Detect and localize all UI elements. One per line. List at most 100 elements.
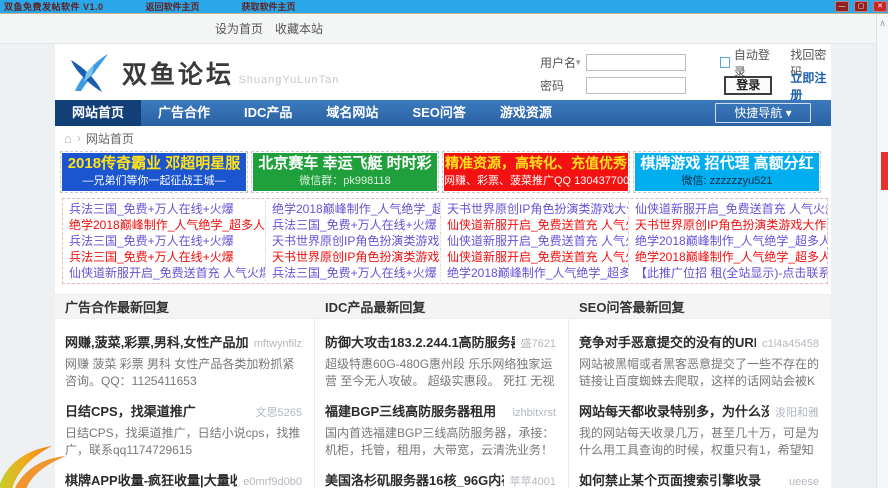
topic-author[interactable]: 浚阳和雅 — [775, 404, 819, 420]
topic-title[interactable]: 棋牌APP收量-疯狂收量|大量收量|有实 — [65, 470, 237, 488]
breadcrumb-current[interactable]: 网站首页 — [86, 130, 134, 147]
topic-author[interactable]: 苹苹4001 — [510, 473, 556, 488]
text-ad-link[interactable]: 绝学2018巅峰制作_人气绝学_超多人玩 — [63, 217, 266, 233]
text-ad-link[interactable]: 天书世界原创IP角色扮演类游戏大作 — [266, 249, 441, 265]
close-button[interactable]: ✕ — [873, 1, 887, 12]
maximize-button[interactable]: ▢ — [854, 1, 868, 12]
topic-excerpt: 网赚 菠菜 彩票 男科 女性产品各类加粉抓紧咨询。QQ：1125411653 — [65, 356, 302, 390]
section-header-ads: 广告合作最新回复 — [55, 297, 315, 316]
topic-author[interactable]: 文思5265 — [256, 404, 302, 420]
text-ad-label: 仙侠道新服开启_免费送首充 人气火爆 — [447, 218, 629, 232]
text-ad-link[interactable]: 天书世界原创IP角色扮演类游戏大作 — [441, 201, 629, 217]
text-ad-label: 绝学2018巅峰制作_人气绝学_超多人玩 — [447, 266, 629, 280]
minimize-button[interactable]: — — [835, 1, 849, 12]
text-ad-link[interactable]: 仙侠道新服开启_免费送首充 人气火爆 — [441, 249, 629, 265]
password-input[interactable] — [586, 77, 686, 94]
topic-author[interactable]: c1l4a45458 — [762, 338, 819, 350]
text-ad-label: 仙侠道新服开启_免费送首充 人气火爆 — [447, 234, 629, 248]
nav-item-idc[interactable]: IDC产品 — [227, 100, 309, 126]
banner-line1: 精准资源，高转化、充值优秀 — [444, 153, 628, 174]
scroll-up-icon[interactable]: ∧ — [877, 16, 888, 30]
text-ad-link[interactable]: 仙侠道新服开启_免费送首充 人气火爆 — [441, 217, 629, 233]
text-ad-label: 兵法三国_免费+万人在线+火爆 — [69, 202, 234, 216]
menu-return-home[interactable]: 返回软件主页 — [146, 0, 200, 13]
window-controls: — ▢ ✕ — [835, 1, 887, 12]
text-ad-link[interactable]: 绝学2018巅峰制作_人气绝学_超多人玩 — [629, 233, 827, 249]
text-ad-label: 天书世界原创IP角色扮演类游戏大作 — [272, 234, 441, 248]
text-ad-link[interactable]: 绝学2018巅峰制作_人气绝学_超多人玩 — [629, 249, 827, 265]
banner-line1: 北京赛车 幸运飞艇 时时彩 — [253, 153, 437, 174]
topic-excerpt: 国内首选福建BGP三线高防服务器，承接：机柜，托管，租用，大带宽，云清洗业务！ … — [325, 425, 556, 459]
banner-ad-racing[interactable]: 北京赛车 幸运飞艇 时时彩 微信群：pk998118 — [253, 153, 437, 191]
username-dropdown-icon[interactable]: ▼ — [574, 58, 582, 67]
quick-nav-button[interactable]: 快捷导航 ▾ — [715, 103, 811, 123]
text-ad-link[interactable]: 兵法三国_免费+万人在线+火爆 — [63, 201, 266, 217]
topic-title[interactable]: 网赚,菠菜,彩票,男科,女性产品加粉抓 — [65, 332, 248, 351]
topic-author[interactable]: e0mrf9d0b0 — [243, 476, 302, 488]
text-ad-label: 兵法三国_免费+万人在线+火爆 — [272, 218, 437, 232]
topic-title[interactable]: 美国洛杉矶服务器16核_96G内存_250M带 — [325, 470, 504, 488]
topic-title[interactable]: 竞争对手恶意提交的没有的URL，对网站 — [579, 332, 756, 351]
topic-author[interactable]: 盛7621 — [521, 335, 556, 351]
banner-line2: 微信群：pk998118 — [253, 174, 437, 189]
text-ad-link[interactable]: 仙侠道新服开启_免费送首充 人气火爆 — [629, 201, 827, 217]
text-ad-link[interactable]: 绝学2018巅峰制作_人气绝学_超多人玩 — [266, 201, 441, 217]
text-ad-label: 绝学2018巅峰制作_人气绝学_超多人玩 — [635, 250, 827, 264]
auto-login-checkbox[interactable] — [720, 57, 730, 68]
login-button[interactable]: 登录 — [724, 76, 772, 95]
breadcrumb-separator: › — [77, 131, 81, 145]
column-idc: 防御大攻击183.2.244.1高防服务器，秒 盛7621 超级特惠60G-48… — [315, 319, 569, 488]
pisces-logo-icon — [66, 49, 112, 100]
site-name-en: ShuangYuLunTan — [238, 74, 339, 86]
register-link[interactable]: 立即注册 — [790, 69, 831, 103]
text-ad-link[interactable]: 天书世界原创IP角色扮演类游戏大作 — [629, 217, 827, 233]
text-ad-label: 天书世界原创IP角色扮演类游戏大作 — [272, 250, 441, 264]
chevron-down-icon: ▾ — [786, 106, 792, 120]
topic-title[interactable]: 福建BGP三线高防服务器租用 — [325, 401, 507, 420]
text-ad-label: 绝学2018巅峰制作_人气绝学_超多人玩 — [635, 234, 827, 248]
menu-get-home[interactable]: 获取软件主页 — [242, 0, 296, 13]
auto-login-label: 自动登录 — [734, 46, 775, 80]
nav-item-games[interactable]: 游戏资源 — [483, 100, 569, 126]
topic-item: 防御大攻击183.2.244.1高防服务器，秒 盛7621 超级特惠60G-48… — [325, 332, 556, 390]
text-ad-link[interactable]: 仙侠道新服开启_免费送首充 人气火爆 — [63, 265, 266, 281]
topic-title[interactable]: 如何禁止某个页面搜索引擎收录 — [579, 470, 783, 488]
topic-title[interactable]: 网站每天都收录特别多，为什么没有权 — [579, 401, 769, 420]
topic-title[interactable]: 防御大攻击183.2.244.1高防服务器，秒 — [325, 332, 515, 351]
text-ad-link[interactable]: 兵法三国_免费+万人在线+火爆 — [63, 249, 266, 265]
nav-item-seo[interactable]: SEO问答 — [395, 100, 482, 126]
topic-author[interactable]: izhbitxrst — [513, 407, 556, 419]
text-ad-label: 兵法三国_免费+万人在线+火爆 — [69, 250, 234, 264]
text-ad-label: 仙侠道新服开启_免费送首充 人气火爆 — [69, 266, 266, 280]
banner-ad-chess[interactable]: 棋牌游戏 招代理 高额分红 微信: zzzzzzyu521 — [635, 153, 819, 191]
home-icon[interactable]: ⌂ — [64, 131, 72, 146]
text-ad-label: 兵法三国_免费+万人在线+火爆 — [272, 266, 437, 280]
text-ad-link[interactable]: 绝学2018巅峰制作_人气绝学_超多人玩 — [441, 265, 629, 281]
nav-item-ads[interactable]: 广告合作 — [141, 100, 227, 126]
topic-author[interactable]: mftwynfilz — [254, 338, 302, 350]
topic-excerpt: 网站被黑帽或者黑客恶意提交了一些不存在的链接让百度蜘蛛去爬取，这样的话网站会被K — [579, 356, 819, 390]
banner-ad-legend-game[interactable]: 2018传奇霸业 邓超明星服 —兄弟们等你一起征战王城— — [62, 153, 246, 191]
site-logo[interactable]: 双鱼论坛 ShuangYuLunTan — [66, 49, 339, 100]
topic-author[interactable]: ueese — [789, 476, 819, 488]
text-ad-rent-link[interactable]: 【此推广位招 租(全站显示)-点击联系】 — [629, 265, 827, 281]
text-ad-link[interactable]: 兵法三国_免费+万人在线+火爆 — [266, 265, 441, 281]
username-input[interactable] — [586, 54, 686, 71]
text-ad-link[interactable]: 仙侠道新服开启_免费送首充 人气火爆 — [441, 233, 629, 249]
password-label: 密码 — [540, 77, 582, 94]
text-ad-link[interactable]: 兵法三国_免费+万人在线+火爆 — [266, 217, 441, 233]
text-ads-grid: 兵法三国_免费+万人在线+火爆 绝学2018巅峰制作_人气绝学_超多人玩 天书世… — [62, 198, 828, 284]
topic-item: 福建BGP三线高防服务器租用 izhbitxrst 国内首选福建BGP三线高防服… — [325, 401, 556, 459]
login-row-password: 密码 ▼ 登录 立即注册 — [540, 74, 831, 97]
section-header-idc: IDC产品最新回复 — [315, 297, 569, 316]
nav-item-domain[interactable]: 域名网站 — [309, 100, 395, 126]
bookmark-link[interactable]: 收藏本站 — [275, 20, 323, 37]
text-ad-link[interactable]: 兵法三国_免费+万人在线+火爆 — [63, 233, 266, 249]
topic-title[interactable]: 日结CPS，找渠道推广 — [65, 401, 250, 420]
nav-item-home[interactable]: 网站首页 — [55, 100, 141, 126]
text-ad-link[interactable]: 天书世界原创IP角色扮演类游戏大作 — [266, 233, 441, 249]
text-ad-label: 仙侠道新服开启_免费送首充 人气火爆 — [447, 250, 629, 264]
vertical-scrollbar[interactable]: ∧ — [876, 14, 888, 488]
set-home-link[interactable]: 设为首页 — [215, 20, 263, 37]
banner-ad-resources[interactable]: 精准资源，高转化、充值优秀 网赚、彩票、菠菜推广QQ 1304377001 — [444, 153, 628, 191]
